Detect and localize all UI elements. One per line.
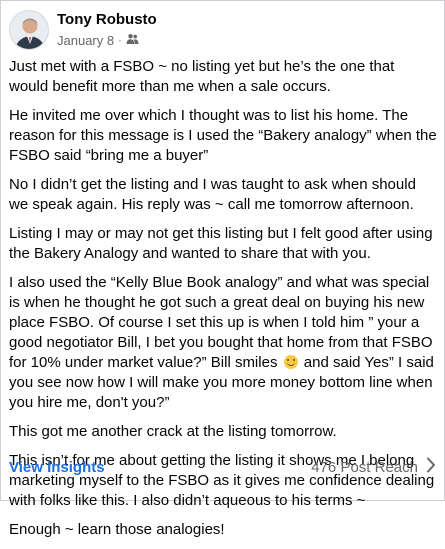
post-paragraph: Just met with a FSBO ~ no listing yet bu… (9, 58, 395, 95)
post-reach-label: 476 Post Reach (311, 458, 418, 476)
author-name[interactable]: Tony Robusto (57, 11, 157, 28)
meta-separator: · (118, 34, 122, 47)
post-date[interactable]: January 8 (57, 33, 114, 48)
post-paragraph: Listing I may or may not get this listin… (9, 225, 433, 262)
post-reach-button[interactable]: 476 Post Reach (311, 457, 436, 477)
group-icon (126, 33, 139, 48)
post-paragraph: He invited me over which I thought was t… (9, 107, 437, 164)
post-paragraph: I also used the “Kelly Blue Book analogy… (9, 273, 437, 413)
post-paragraph: This got me another crack at the listing… (9, 423, 337, 440)
smiling-face-icon (283, 355, 298, 369)
post-header: Tony Robusto January 8 · (9, 10, 436, 54)
post-paragraph: No I didn’t get the listing and I was ta… (9, 176, 416, 213)
post-footer: View Insights 476 Post Reach (9, 455, 436, 479)
post-card: Tony Robusto January 8 · Just met with a… (0, 0, 445, 538)
post-paragraph: Enough ~ learn those analogies! (9, 521, 225, 538)
chevron-right-icon (426, 457, 436, 477)
view-insights-link[interactable]: View Insights (9, 459, 105, 476)
author-avatar[interactable] (9, 10, 49, 50)
post-meta: January 8 · (57, 33, 139, 48)
